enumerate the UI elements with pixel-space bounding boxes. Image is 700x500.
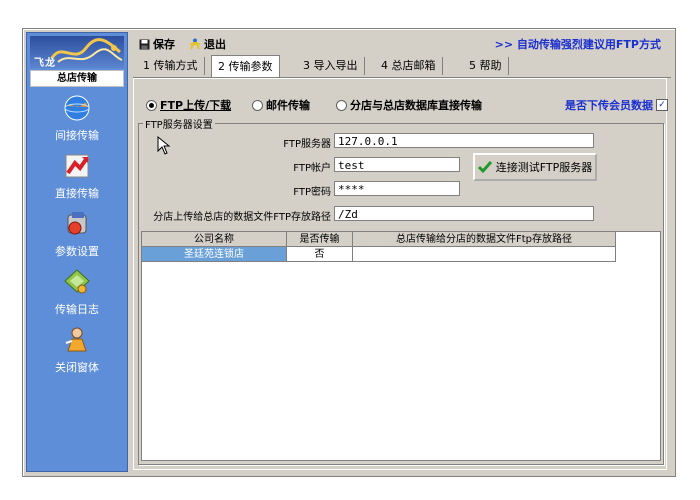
- transfer-flag-cell[interactable]: 否: [287, 247, 353, 262]
- floppy-disk-icon: [139, 39, 150, 49]
- tab-help[interactable]: 5 帮助: [463, 57, 509, 75]
- test-ftp-connection-button[interactable]: 连接测试FTP服务器: [473, 153, 597, 181]
- member-download-option: 是否下传会员数据 ✓: [565, 97, 668, 113]
- direct-db-radio[interactable]: 分店与总店数据库直接传输: [336, 97, 482, 113]
- sidebar-item-parameter-settings[interactable]: 参数设置: [30, 209, 124, 265]
- test-ftp-connection-label: 连接测试FTP服务器: [495, 161, 593, 174]
- ftp-server-label: FTP服务器: [283, 139, 331, 150]
- table-header-row: 公司名称 是否传输 总店传输给分店的数据文件Ftp存放路径: [142, 232, 616, 247]
- settings-drive-icon: [67, 212, 87, 235]
- col-header-company: 公司名称: [142, 232, 287, 247]
- logo-text: 飞龙: [34, 58, 56, 68]
- sidebar-item-label: 传输日志: [55, 303, 99, 316]
- tab-transfer-parameters[interactable]: 2 传输参数: [211, 55, 280, 77]
- table-row[interactable]: 圣廷苑连锁店 否: [142, 247, 616, 262]
- ftp-account-input[interactable]: test: [334, 157, 460, 172]
- hq-path-cell[interactable]: [353, 247, 616, 262]
- member-download-label: 是否下传会员数据: [565, 99, 653, 112]
- radio-dot: [252, 99, 263, 111]
- save-button[interactable]: 保存: [139, 36, 175, 52]
- sidebar-item-label: 间接传输: [55, 129, 99, 142]
- ftp-settings-group: FTP服务器设置 FTP服务器 127.0.0.1 FTP帐户 test FTP…: [138, 116, 664, 465]
- email-radio[interactable]: 邮件传输: [252, 97, 310, 113]
- main-panel: 保存 退出 >> 自动传输强烈建议用FTP方式 1 传输方式 2 传输参数 3 …: [133, 31, 671, 471]
- member-download-checkbox[interactable]: ✓: [656, 99, 668, 111]
- ftp-password-input[interactable]: ****: [334, 181, 460, 196]
- app-logo: 飞龙: [30, 36, 124, 68]
- ftp-advice-text: >> 自动传输强烈建议用FTP方式: [494, 38, 661, 51]
- toolbar: 保存 退出 >> 自动传输强烈建议用FTP方式: [133, 31, 671, 55]
- direct-db-radio-label: 分店与总店数据库直接传输: [350, 99, 482, 112]
- ftp-account-label: FTP帐户: [293, 163, 331, 174]
- ftp-password-label: FTP密码: [293, 187, 331, 198]
- ftp-radio-label: FTP上传/下载: [160, 99, 232, 112]
- sidebar-item-close-window[interactable]: 关闭窗体: [30, 325, 124, 381]
- dragon-logo-icon: [50, 38, 123, 63]
- exit-button[interactable]: 退出: [189, 36, 226, 52]
- radio-dot: [336, 99, 347, 111]
- exit-label: 退出: [204, 38, 226, 51]
- tab-hq-mailbox[interactable]: 4 总店邮箱: [375, 57, 443, 75]
- tab-bar: 1 传输方式 2 传输参数 3 导入导出 4 总店邮箱 5 帮助: [133, 55, 671, 78]
- col-header-transfer: 是否传输: [287, 232, 353, 247]
- store-transfer-table: 公司名称 是否传输 总店传输给分店的数据文件Ftp存放路径 圣廷苑连锁店 否: [141, 231, 661, 461]
- app-window: 飞龙 总店传输 间接传输 直接传输 参数设置 传输日志 关闭窗体 保存 退出 >…: [22, 28, 676, 477]
- ftp-radio[interactable]: FTP上传/下载: [146, 97, 231, 113]
- transfer-option-row: FTP上传/下载 邮件传输 分店与总店数据库直接传输 是否下传会员数据 ✓: [146, 97, 668, 113]
- save-label: 保存: [153, 38, 175, 51]
- sidebar-item-indirect-transfer[interactable]: 间接传输: [30, 93, 124, 149]
- email-radio-label: 邮件传输: [266, 99, 310, 112]
- checkmark-icon: [477, 161, 492, 174]
- col-header-path: 总店传输给分店的数据文件Ftp存放路径: [353, 232, 616, 247]
- tab-transfer-method[interactable]: 1 传输方式: [137, 57, 205, 75]
- ftp-settings-group-title: FTP服务器设置: [143, 116, 215, 131]
- upload-path-label: 分店上传给总店的数据文件FTP存放路径: [153, 212, 331, 223]
- close-person-icon: [65, 327, 87, 352]
- sidebar-item-label: 直接传输: [55, 187, 99, 200]
- upload-path-input[interactable]: /Zd: [334, 206, 594, 221]
- transfer-parameters-panel: FTP上传/下载 邮件传输 分店与总店数据库直接传输 是否下传会员数据 ✓ FT…: [133, 78, 668, 470]
- mouse-cursor-icon: [157, 136, 171, 155]
- ftp-server-input[interactable]: 127.0.0.1: [334, 133, 594, 148]
- globe-icon: [64, 95, 90, 121]
- tab-import-export[interactable]: 3 导入导出: [297, 57, 365, 75]
- sidebar-item-direct-transfer[interactable]: 直接传输: [30, 151, 124, 207]
- store-transfer-label: 总店传输: [30, 70, 124, 87]
- chart-arrow-icon: [65, 154, 89, 178]
- sidebar: 飞龙 总店传输 间接传输 直接传输 参数设置 传输日志 关闭窗体: [26, 32, 128, 472]
- radio-dot-selected: [146, 99, 157, 111]
- log-diamond-icon: [64, 269, 90, 294]
- sidebar-item-transfer-log[interactable]: 传输日志: [30, 267, 124, 323]
- sidebar-item-label: 参数设置: [55, 245, 99, 258]
- company-name-cell[interactable]: 圣廷苑连锁店: [142, 247, 287, 262]
- exit-person-icon: [190, 38, 200, 50]
- sidebar-item-label: 关闭窗体: [55, 361, 99, 374]
